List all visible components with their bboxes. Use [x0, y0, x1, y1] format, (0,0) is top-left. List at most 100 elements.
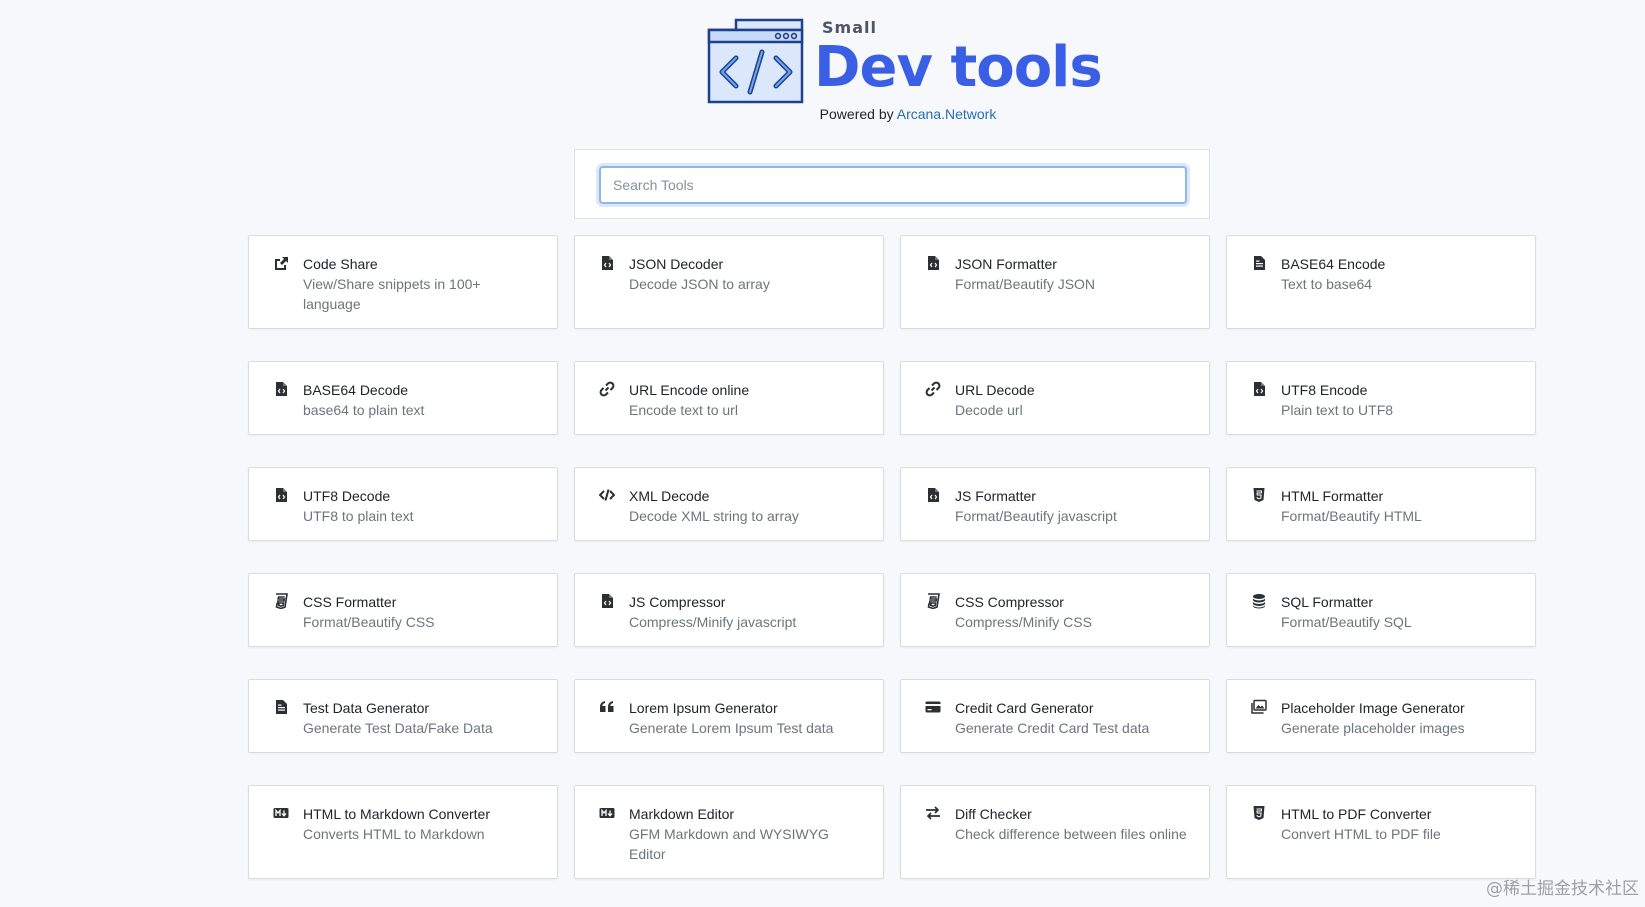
tool-card-description: Converts HTML to Markdown — [303, 826, 485, 842]
html5-icon — [1249, 485, 1269, 505]
tool-card[interactable]: Credit Card Generator Generate Credit Car… — [900, 679, 1210, 753]
tool-card-title: JSON Formatter — [955, 256, 1057, 272]
tool-card-title: Code Share — [303, 256, 378, 272]
tool-card[interactable]: UTF8 Decode UTF8 to plain text — [248, 467, 558, 541]
tool-card-description: Decode JSON to array — [629, 276, 770, 292]
tool-card-title: CSS Formatter — [303, 594, 397, 610]
tool-card[interactable]: Lorem Ipsum Generator Generate Lorem Ipsu… — [574, 679, 884, 753]
tool-card[interactable]: JSON Decoder Decode JSON to array — [574, 235, 884, 329]
tool-card[interactable]: Markdown Editor GFM Markdown and WYSIWYG … — [574, 785, 884, 879]
tool-card-description: Convert HTML to PDF file — [1281, 826, 1441, 842]
tool-card[interactable]: HTML to Markdown Converter Converts HTML … — [248, 785, 558, 879]
tool-card-text: JS Compressor Compress/Minify javascript — [629, 592, 867, 632]
tool-card-description: base64 to plain text — [303, 402, 425, 418]
exchange-icon — [923, 803, 943, 823]
tool-card-description: Plain text to UTF8 — [1281, 402, 1394, 418]
tool-card-text: UTF8 Encode Plain text to UTF8 — [1281, 380, 1519, 420]
tool-card[interactable]: SQL Formatter Format/Beautify SQL — [1226, 573, 1536, 647]
tool-card-text: JSON Decoder Decode JSON to array — [629, 254, 867, 294]
tool-card[interactable]: HTML Formatter Format/Beautify HTML — [1226, 467, 1536, 541]
tool-card-text: CSS Compressor Compress/Minify CSS — [955, 592, 1193, 632]
search-panel — [574, 149, 1210, 219]
tool-card-text: Diff Checker Check difference between fil… — [955, 804, 1193, 844]
link-icon — [597, 379, 617, 399]
tool-card[interactable]: CSS Formatter Format/Beautify CSS — [248, 573, 558, 647]
tool-card[interactable]: JS Compressor Compress/Minify javascript — [574, 573, 884, 647]
tool-card-title: Markdown Editor — [629, 806, 735, 822]
css3-icon — [271, 591, 291, 611]
tool-card-description: GFM Markdown and WYSIWYG Editor — [629, 826, 829, 862]
powered-by-link[interactable]: Arcana.Network — [897, 106, 997, 122]
tool-card-title: UTF8 Encode — [1281, 382, 1368, 398]
tool-card-text: XML Decode Decode XML string to array — [629, 486, 867, 526]
tool-card-description: Generate Test Data/Fake Data — [303, 720, 493, 736]
tool-card-text: Credit Card Generator Generate Credit Car… — [955, 698, 1193, 738]
tool-card-description: Encode text to url — [629, 402, 738, 418]
tool-card-title: JS Compressor — [629, 594, 726, 610]
tool-card-description: Text to base64 — [1281, 276, 1373, 292]
file-code-icon — [271, 485, 291, 505]
tool-card[interactable]: URL Encode online Encode text to url — [574, 361, 884, 435]
tool-card-title: URL Decode — [955, 382, 1035, 398]
tool-card[interactable]: UTF8 Encode Plain text to UTF8 — [1226, 361, 1536, 435]
file-code-icon — [923, 485, 943, 505]
tool-card[interactable]: BASE64 Decode base64 to plain text — [248, 361, 558, 435]
html5-icon — [1249, 803, 1269, 823]
tool-card-title: XML Decode — [629, 488, 710, 504]
tool-card-text: Code Share View/Share snippets in 100+ la… — [303, 254, 541, 314]
tool-card-text: JSON Formatter Format/Beautify JSON — [955, 254, 1193, 294]
css3-icon — [923, 591, 943, 611]
share-square-icon — [271, 253, 291, 273]
database-icon — [1249, 591, 1269, 611]
tool-card-description: Compress/Minify javascript — [629, 614, 797, 630]
tool-card-description: Format/Beautify HTML — [1281, 508, 1422, 524]
tool-card-text: CSS Formatter Format/Beautify CSS — [303, 592, 541, 632]
tool-card-text: Test Data Generator Generate Test Data/Fa… — [303, 698, 541, 738]
credit-card-icon — [923, 697, 943, 717]
logo-title: Dev tools — [814, 35, 1103, 100]
tool-card[interactable]: CSS Compressor Compress/Minify CSS — [900, 573, 1210, 647]
tool-card-description: View/Share snippets in 100+ language — [303, 276, 481, 312]
tool-card[interactable]: Code Share View/Share snippets in 100+ la… — [248, 235, 558, 329]
tool-card-text: BASE64 Encode Text to base64 — [1281, 254, 1519, 294]
tool-card-title: JSON Decoder — [629, 256, 724, 272]
tool-card-description: Compress/Minify CSS — [955, 614, 1092, 630]
file-text-icon — [1249, 253, 1269, 273]
file-code-icon — [923, 253, 943, 273]
tool-card[interactable]: XML Decode Decode XML string to array — [574, 467, 884, 541]
tool-card-text: Markdown Editor GFM Markdown and WYSIWYG … — [629, 804, 867, 864]
tool-card[interactable]: HTML to PDF Converter Convert HTML to PDF… — [1226, 785, 1536, 879]
tool-card-description: Format/Beautify SQL — [1281, 614, 1412, 630]
markdown-icon — [597, 803, 617, 823]
tool-card-title: Test Data Generator — [303, 700, 430, 716]
tool-card-text: SQL Formatter Format/Beautify SQL — [1281, 592, 1519, 632]
tool-card[interactable]: Placeholder Image Generator Generate plac… — [1226, 679, 1536, 753]
tool-card-description: Check difference between files online — [955, 826, 1187, 842]
file-text-icon — [271, 697, 291, 717]
tool-card-title: BASE64 Decode — [303, 382, 409, 398]
tool-card-title: CSS Compressor — [955, 594, 1064, 610]
search-input[interactable] — [599, 166, 1187, 204]
code-icon — [597, 485, 617, 505]
file-code-icon — [597, 253, 617, 273]
tool-card[interactable]: URL Decode Decode url — [900, 361, 1210, 435]
tool-card[interactable]: BASE64 Encode Text to base64 — [1226, 235, 1536, 329]
tool-card[interactable]: JS Formatter Format/Beautify javascript — [900, 467, 1210, 541]
tool-card[interactable]: Test Data Generator Generate Test Data/Fa… — [248, 679, 558, 753]
quote-left-icon — [597, 697, 617, 717]
tool-card-title: BASE64 Encode — [1281, 256, 1386, 272]
tool-card-text: Placeholder Image Generator Generate plac… — [1281, 698, 1519, 738]
tool-card-description: Format/Beautify javascript — [955, 508, 1117, 524]
tool-card-title: UTF8 Decode — [303, 488, 391, 504]
tool-card-text: JS Formatter Format/Beautify javascript — [955, 486, 1193, 526]
file-code-icon — [1249, 379, 1269, 399]
tool-card[interactable]: Diff Checker Check difference between fil… — [900, 785, 1210, 879]
tool-card-text: HTML to PDF Converter Convert HTML to PDF… — [1281, 804, 1519, 844]
markdown-icon — [271, 803, 291, 823]
tool-card-text: Lorem Ipsum Generator Generate Lorem Ipsu… — [629, 698, 867, 738]
site-logo[interactable]: Small Dev tools Powered by Arcana.Networ… — [706, 14, 1103, 124]
tool-card-title: SQL Formatter — [1281, 594, 1374, 610]
tool-card[interactable]: JSON Formatter Format/Beautify JSON — [900, 235, 1210, 329]
link-icon — [923, 379, 943, 399]
tool-card-title: JS Formatter — [955, 488, 1036, 504]
